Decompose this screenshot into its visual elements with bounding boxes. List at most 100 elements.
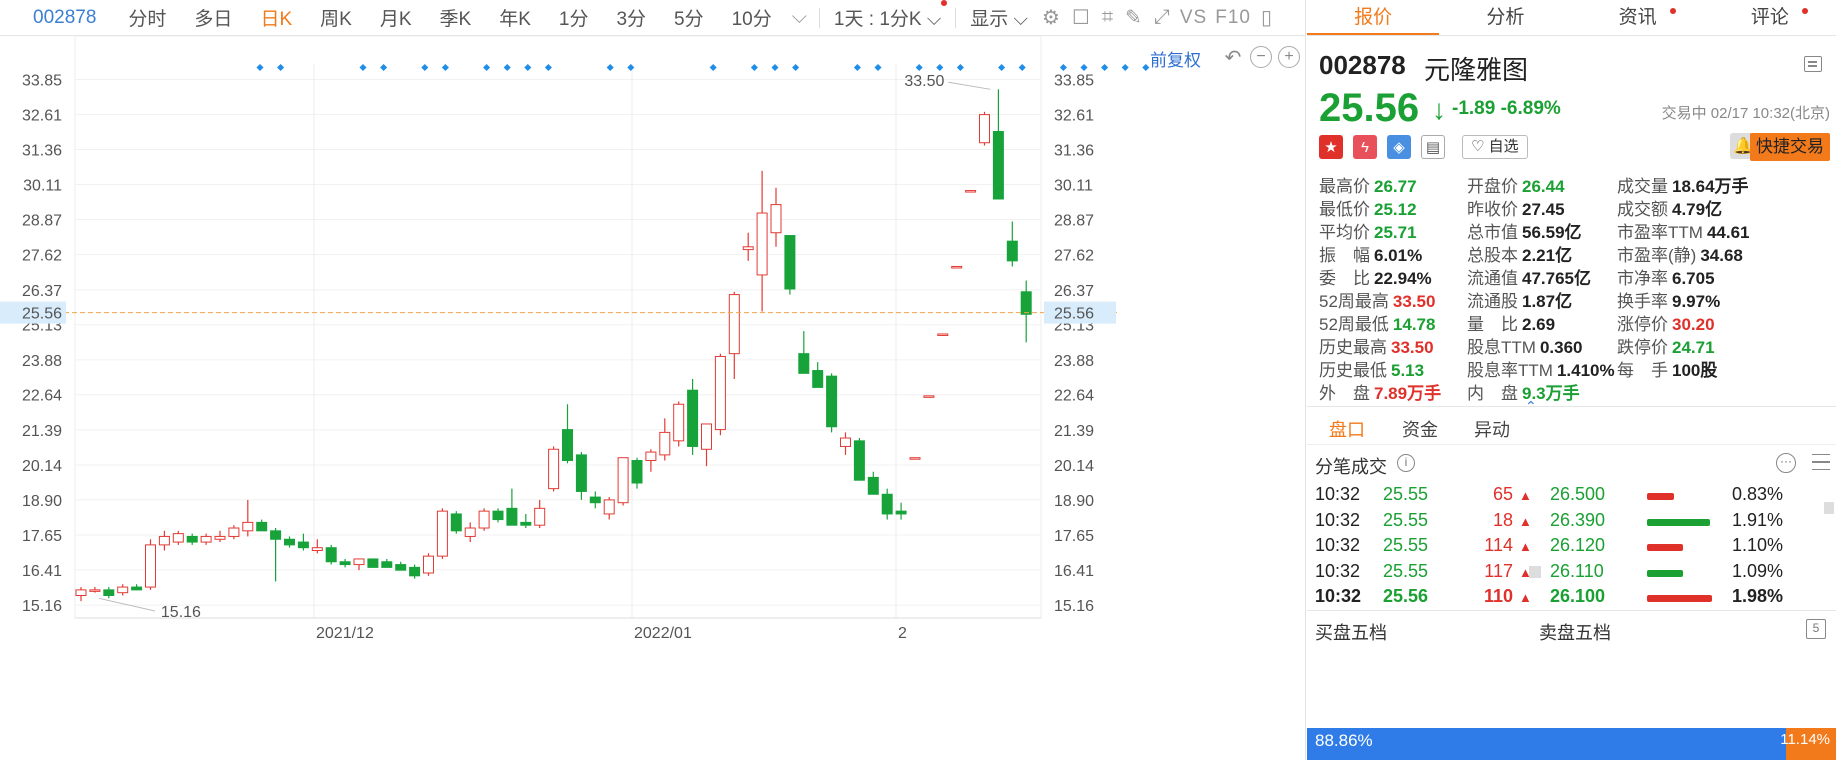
range-select[interactable]: 1天 : 1分K ⌵ [834, 0, 948, 31]
candle-body[interactable] [951, 265, 963, 269]
news-marker-icon[interactable] [853, 63, 861, 72]
candle-body[interactable] [867, 476, 879, 495]
candle-body[interactable] [256, 521, 268, 532]
candle-body[interactable] [89, 589, 101, 592]
period-3min[interactable]: 3分 [616, 4, 646, 31]
candle-body[interactable] [311, 547, 323, 552]
news-marker-icon[interactable] [709, 63, 717, 72]
news-marker-icon[interactable] [1018, 63, 1026, 72]
news-marker-icon[interactable] [421, 63, 429, 72]
news-marker-icon[interactable] [483, 63, 491, 72]
news-marker-icon[interactable] [544, 63, 552, 72]
candle-body[interactable] [714, 355, 726, 431]
candle-body[interactable] [992, 130, 1004, 200]
candle-body[interactable] [756, 212, 768, 276]
candle-body[interactable] [742, 246, 754, 251]
news-marker-icon[interactable] [1080, 63, 1088, 72]
news-marker-icon[interactable] [627, 63, 635, 72]
candle-body[interactable] [617, 457, 629, 504]
candle-body[interactable] [881, 493, 893, 515]
candle-body[interactable] [589, 496, 601, 504]
candle-body[interactable] [186, 535, 198, 543]
period-day-k[interactable]: 日K [260, 4, 292, 31]
candle-body[interactable] [937, 333, 949, 336]
camera-icon[interactable]: ⌗ [1102, 6, 1113, 29]
candle-body[interactable] [200, 535, 212, 543]
candle-body[interactable] [1006, 240, 1018, 262]
tab-comments[interactable]: 评论 [1704, 0, 1836, 35]
more-icon[interactable]: ··· [1776, 453, 1796, 473]
candle-body[interactable] [464, 527, 476, 537]
candle-body[interactable] [450, 513, 462, 532]
candle-body[interactable] [270, 530, 282, 540]
gear-icon[interactable]: ⚙ [1042, 5, 1060, 30]
subtab-funds[interactable]: 资金 [1402, 416, 1438, 442]
f10-button[interactable]: F10 [1215, 7, 1251, 29]
period-month-k[interactable]: 月K [380, 4, 412, 31]
candle-body[interactable] [367, 558, 379, 568]
chevron-down-icon[interactable]: ⌵ [792, 6, 807, 29]
candle-body[interactable] [339, 561, 351, 566]
square-icon[interactable]: ☐ [1072, 5, 1090, 30]
list-icon[interactable] [1812, 454, 1830, 470]
candle-body[interactable] [853, 440, 865, 481]
candle-body[interactable] [214, 535, 226, 540]
candle-body[interactable] [798, 353, 810, 374]
candle-body[interactable] [297, 541, 309, 549]
candle-body[interactable] [242, 521, 254, 532]
candle-body[interactable] [812, 370, 824, 388]
candle-body[interactable] [826, 375, 838, 428]
news-marker-icon[interactable] [936, 63, 944, 72]
news-marker-icon[interactable] [256, 63, 264, 72]
news-marker-icon[interactable] [915, 63, 923, 72]
tab-news[interactable]: 资讯 [1572, 0, 1704, 35]
candle-body[interactable] [131, 586, 143, 591]
tag-icon[interactable]: ◈ [1387, 135, 1411, 159]
candle-body[interactable] [631, 460, 643, 484]
tab-quote[interactable]: 报价 [1307, 0, 1440, 35]
news-marker-icon[interactable] [277, 63, 285, 72]
candle-body[interactable] [728, 294, 740, 355]
candle-body[interactable] [770, 204, 782, 234]
period-1min[interactable]: 1分 [559, 4, 589, 31]
period-quarter-k[interactable]: 季K [440, 4, 472, 31]
toolbar-stock-code[interactable]: 002878 [33, 7, 96, 29]
candlestick-chart[interactable]: 33.85 33.85 32.61 32.61 31.36 31.36 30.11 30.11… [0, 36, 1306, 760]
candle-body[interactable] [353, 558, 365, 566]
candle-body[interactable] [228, 527, 240, 537]
news-marker-icon[interactable] [771, 63, 779, 72]
candle-body[interactable] [395, 564, 407, 571]
period-5min[interactable]: 5分 [674, 4, 704, 31]
candle-body[interactable] [909, 457, 921, 460]
candle-body[interactable] [687, 389, 699, 447]
period-duori[interactable]: 多日 [194, 4, 232, 31]
candle-body[interactable] [506, 507, 518, 526]
candle-body[interactable] [284, 538, 295, 546]
news-marker-icon[interactable] [380, 63, 388, 72]
quick-trade-button[interactable]: 快捷交易 [1750, 133, 1830, 161]
tab-analysis[interactable]: 分析 [1439, 0, 1571, 35]
sidebar-toggle-icon[interactable]: ▯ [1261, 5, 1272, 30]
candle-body[interactable] [381, 561, 393, 568]
subtab-pankou[interactable]: 盘口 [1329, 416, 1365, 442]
vs-button[interactable]: VS [1180, 7, 1207, 29]
news-marker-icon[interactable] [1059, 63, 1067, 72]
news-marker-icon[interactable] [750, 63, 758, 72]
candle-body[interactable] [979, 114, 990, 144]
candle-body[interactable] [840, 437, 851, 447]
candle-body[interactable] [784, 235, 796, 290]
candle-body[interactable] [103, 589, 115, 597]
candle-body[interactable] [562, 429, 573, 462]
display-dropdown[interactable]: 显示 ⌵ [970, 4, 1028, 31]
news-marker-icon[interactable] [1121, 63, 1129, 72]
news-marker-icon[interactable] [956, 63, 964, 72]
candle-body[interactable] [409, 566, 421, 577]
bookmark-icon[interactable]: ▤ [1421, 135, 1445, 159]
candle-body[interactable] [172, 533, 184, 543]
news-marker-icon[interactable] [998, 63, 1006, 72]
news-marker-icon[interactable] [792, 63, 800, 72]
candle-body[interactable] [575, 454, 587, 492]
news-marker-icon[interactable] [874, 63, 882, 72]
info-icon[interactable]: i [1397, 454, 1415, 472]
candle-body[interactable] [965, 190, 977, 193]
